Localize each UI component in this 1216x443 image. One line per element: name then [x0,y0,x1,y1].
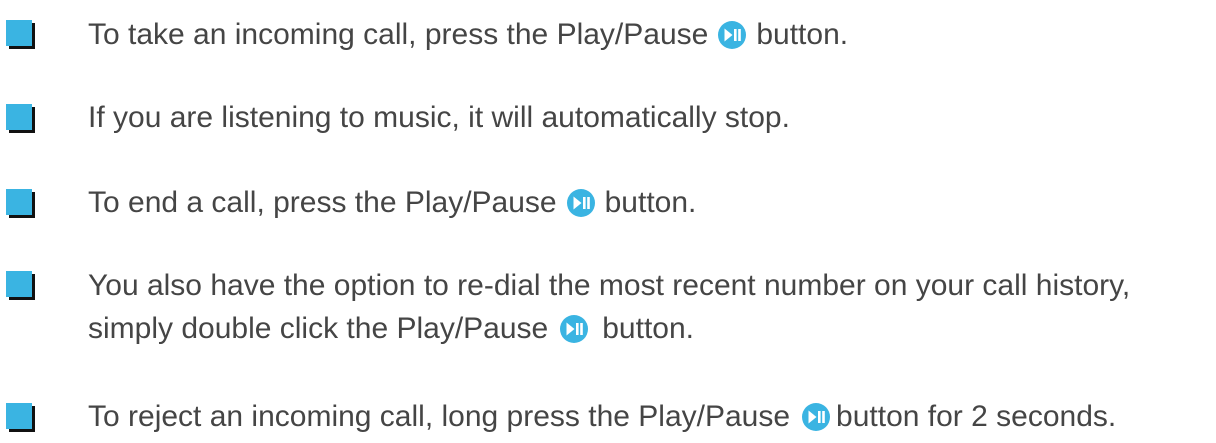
item-text-line-1: You also have the option to re-dial the … [88,269,1131,302]
item-text: To reject an incoming call, long press t… [88,395,1216,438]
item-text: To take an incoming call, press the Play… [88,13,1216,56]
play-pause-icon [560,315,589,343]
item-text-after: button for 2 seconds. [836,400,1117,433]
item-text-before: To take an incoming call, press the Play… [88,18,709,51]
item-text-after: button. [756,18,849,51]
play-pause-icon [718,21,747,49]
bullet-square [6,271,32,297]
item-text: To end a call, press the Play/Pause butto… [88,181,1216,224]
item-text-before: To reject an incoming call, long press t… [88,400,791,433]
item-text-after: button. [602,312,694,345]
bullet-square [6,189,32,215]
play-pause-icon [802,403,831,431]
item-text-before: To end a call, press the Play/Pause [88,186,557,219]
bullet-square [6,104,32,130]
item-text: If you are listening to music, it will a… [88,101,790,134]
play-pause-icon [566,189,595,217]
item-text-after: button. [604,186,697,219]
item-text-line-2: simply double click the Play/Pause button… [88,307,1216,350]
item-text: You also have the option to re-dial the … [88,264,1216,350]
bullet-square [6,20,32,46]
item-text-before: simply double click the Play/Pause [88,312,549,345]
bullet-square [6,403,32,429]
instruction-list: To take an incoming call, press the Play… [0,0,1216,443]
